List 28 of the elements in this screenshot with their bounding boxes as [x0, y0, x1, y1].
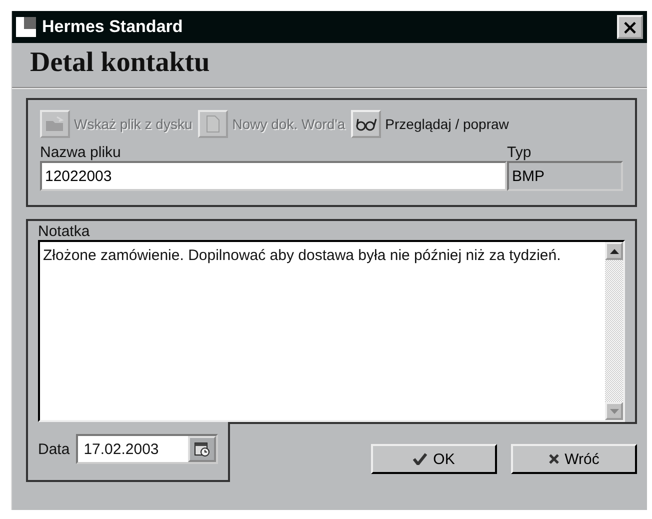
window-title: Hermes Standard — [42, 17, 184, 37]
scrollbar[interactable] — [605, 242, 623, 420]
toolbar-button[interactable] — [351, 110, 382, 138]
folder-icon — [45, 116, 65, 132]
document-icon — [206, 115, 220, 133]
note-field[interactable]: Złożone zamówienie. Dopilnować aby dostawa była nie później niż za tydzień. — [38, 240, 625, 422]
type-field[interactable]: BMP — [507, 161, 623, 191]
app-icon — [16, 17, 36, 37]
date-label: Data — [38, 440, 70, 458]
note-text: Złożone zamówienie. Dopilnować aby dostawa była nie później niż za tydzień. — [42, 246, 562, 266]
back-button[interactable]: Wróć — [511, 444, 637, 474]
check-icon — [413, 453, 428, 465]
note-label: Notatka — [38, 223, 90, 240]
scroll-up-icon[interactable] — [605, 242, 623, 260]
glasses-icon — [355, 117, 378, 131]
toolbar-label: Przeglądaj / popraw — [385, 116, 509, 132]
scroll-down-icon[interactable] — [605, 402, 623, 420]
calendar-icon[interactable] — [188, 436, 216, 462]
ok-button[interactable]: OK — [371, 444, 497, 474]
type-label: Typ — [507, 144, 532, 161]
toolbar-label: Nowy dok. Word'a — [232, 116, 346, 132]
cross-icon — [548, 454, 559, 464]
dialog-heading: Detal kontaktu — [12, 43, 647, 88]
date-field[interactable]: 17.02.2003 — [76, 434, 218, 464]
file-name-label: Nazwa pliku — [40, 144, 122, 161]
file-name-field[interactable]: 12022003 — [40, 161, 507, 191]
close-button[interactable]: × — [617, 15, 643, 39]
toolbar-label: Wskaż plik z dysku — [74, 116, 192, 132]
